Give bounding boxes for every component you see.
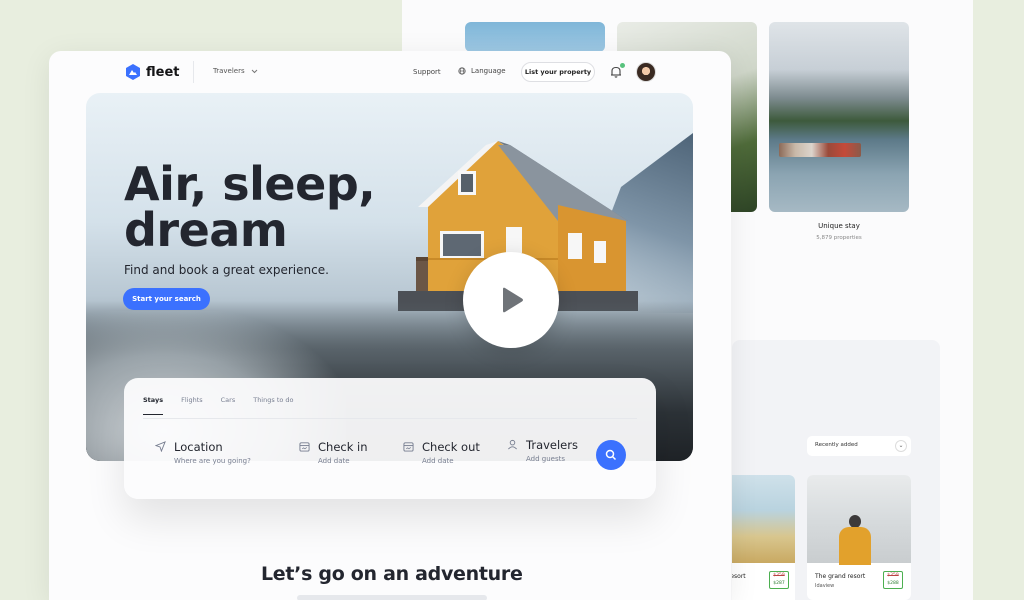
tab-cars[interactable]: Cars [221,396,236,415]
brand-logo[interactable]: fleet [125,64,179,80]
check-out-label: Check out [422,440,480,454]
tab-things-to-do[interactable]: Things to do [253,396,293,415]
location-placeholder: Where are you going? [174,457,251,465]
search-button[interactable] [596,440,626,470]
travelers-label: Travelers [526,438,578,452]
tab-stays[interactable]: Stays [143,396,164,415]
resort-card-left[interactable]: resort $359 $287 [732,475,795,600]
section-title: Let’s go on an adventure [261,563,523,585]
resort-image [732,475,795,563]
language-selector[interactable]: Language [458,67,506,75]
brand-name: fleet [146,64,180,80]
tabs-divider [143,418,637,419]
logo-icon [126,64,140,80]
hero-title: Air, sleep, dream [124,157,376,257]
resort-image [807,475,911,565]
traveler-figure [835,511,875,565]
new-price: $288 [887,581,899,586]
check-out-placeholder: Add date [422,457,454,465]
location-label: Location [174,440,223,454]
price-badge: $359 $288 [883,571,903,589]
sort-dropdown-label: Recently added [815,442,858,448]
old-price: $359 [887,573,899,578]
hero-title-line-1: Air, sleep, [124,157,376,211]
stay-image-1[interactable] [465,22,605,52]
check-in-placeholder: Add date [318,457,350,465]
section-subtitle-placeholder [297,595,487,600]
travelers-menu[interactable]: Travelers [213,67,258,75]
play-video-button[interactable] [463,252,559,348]
list-property-button[interactable]: List your property [521,62,595,82]
hero-subtitle: Find and book a great experience. [124,263,329,277]
chevron-down-icon [251,69,257,73]
new-price: $287 [773,581,785,586]
price-badge: $359 $287 [769,571,789,589]
search-icon [605,449,617,461]
resort-name: resort [732,573,746,580]
support-link[interactable]: Support [413,68,441,76]
unique-stay-count: 5,879 properties [816,235,862,241]
nav-divider [193,61,194,83]
user-icon [508,439,517,450]
notification-dot [620,63,625,68]
travelers-menu-label: Travelers [213,67,245,75]
play-icon [503,287,523,313]
search-panel: Stays Flights Cars Things to do Location… [124,378,656,499]
start-search-button[interactable]: Start your search [123,288,210,310]
hero-title-line-2: dream [124,203,288,257]
main-window: fleet Travelers Support Language List yo… [49,51,731,600]
avatar[interactable] [636,62,656,82]
location-arrow-icon [155,441,166,452]
calendar-icon [403,442,414,452]
resort-location: Idaview [815,583,835,589]
sort-dropdown[interactable]: Recently added ⌄ [807,436,911,456]
check-in-label: Check in [318,440,368,454]
old-price: $359 [773,573,785,578]
chevron-down-icon: ⌄ [895,440,907,452]
unique-stay-title: Unique stay [818,222,860,230]
stay-image-unique[interactable] [769,22,909,212]
resort-name: The grand resort [815,573,866,580]
calendar-icon [299,442,310,452]
language-label: Language [471,67,506,75]
travelers-placeholder: Add guests [526,455,566,463]
resort-card-right[interactable]: The grand resort Idaview $359 $288 [807,475,911,600]
search-tabs: Stays Flights Cars Things to do [143,396,312,415]
tab-flights[interactable]: Flights [181,396,203,415]
top-nav: fleet Travelers Support Language List yo… [49,51,731,93]
boathouses [779,143,861,157]
globe-icon [458,67,466,75]
